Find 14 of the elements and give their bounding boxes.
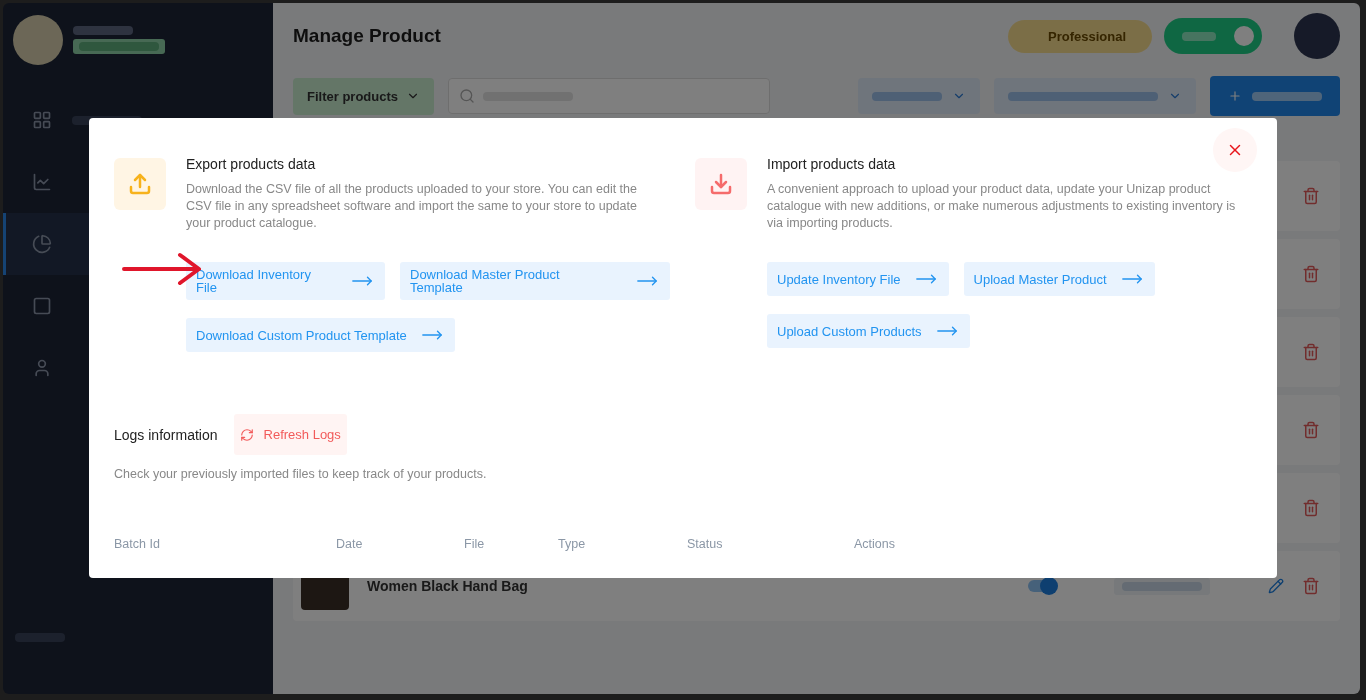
section-description: A convenient approach to upload your product data, update your Unizap product catalogue with new additions, or make numerous adjustments to existing inventory is via importing products.	[767, 181, 1237, 232]
column-header: Type	[558, 537, 587, 551]
page-title: Manage Product	[293, 25, 441, 47]
column-header: Status	[687, 537, 724, 551]
product-name: Women Black Hand Bag	[367, 578, 528, 594]
column-header: File	[464, 537, 486, 551]
column-header: Batch Id	[114, 537, 161, 551]
column-header: Actions	[854, 537, 896, 551]
section-description: Download the CSV file of all the products uploaded to your store. You can edit the CSV file in any spreadsheet software and import the same to your store to update your product catalogue.	[186, 181, 638, 232]
column-header: Date	[336, 537, 364, 551]
logs-description: Check your previously imported files to keep track of your products.	[114, 467, 488, 481]
logs-title: Logs information	[114, 426, 218, 443]
section-title: Import products data	[767, 156, 897, 172]
section-title: Export products data	[186, 156, 317, 172]
